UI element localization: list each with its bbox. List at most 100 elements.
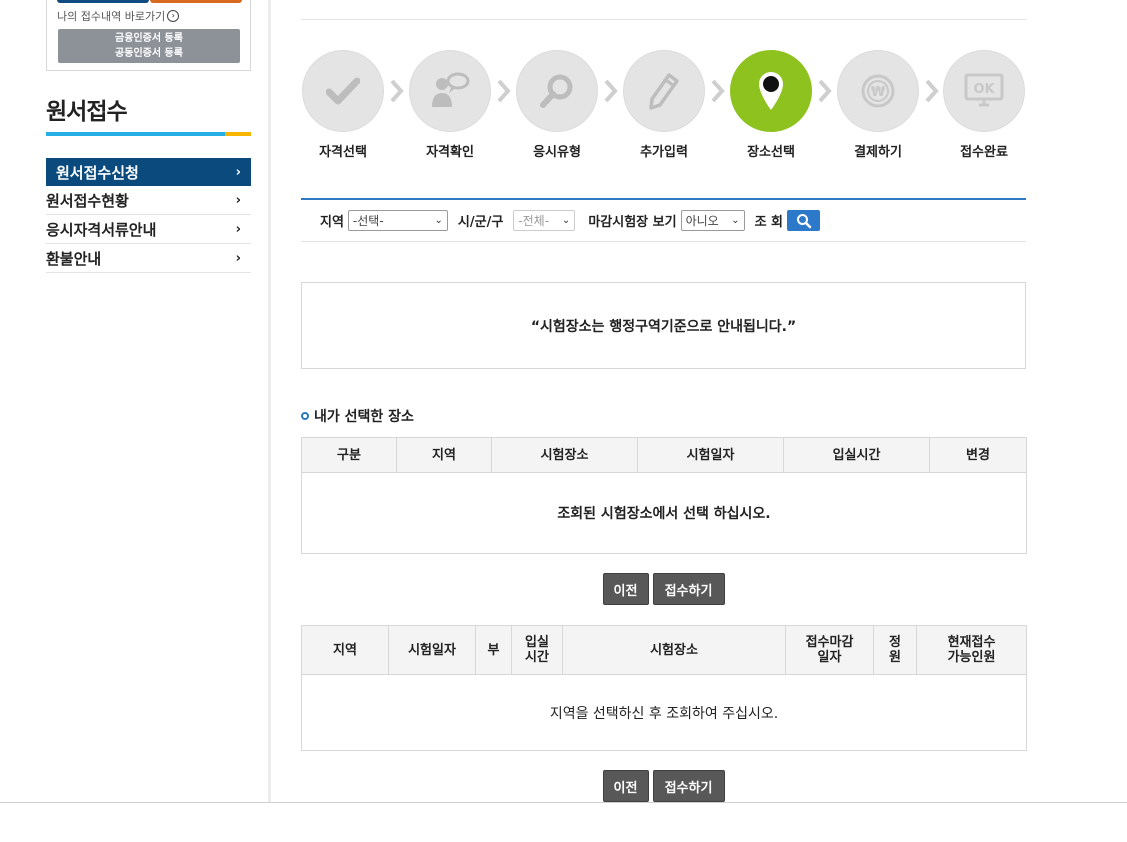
chevron-right-icon: › — [235, 250, 241, 266]
submit-button[interactable]: 접수하기 — [652, 770, 725, 802]
step-label: 응시유형 — [533, 145, 581, 160]
sidebar-item-label: 환불안내 — [46, 249, 102, 268]
action-buttons: 이전 접수하기 — [301, 573, 1026, 605]
empty-message: 지역을 선택하신 후 조회하여 주십시오. — [301, 674, 1027, 751]
ok-monitor-icon: OK — [943, 50, 1025, 132]
city-select-value: -전체- — [518, 214, 550, 228]
search-button[interactable] — [787, 210, 821, 231]
search-icon — [796, 213, 811, 228]
notice-text: “시험장소는 행정구역기준으로 안내됩니다.” — [530, 318, 797, 335]
chevron-right-icon: › — [235, 192, 241, 208]
sidebar-item-label: 원서접수현황 — [46, 191, 129, 210]
my-application-link-label: 나의 접수내역 바로가기 — [57, 10, 166, 23]
closed-site-label: 마감시험장 보기 — [588, 215, 677, 230]
chevron-right-icon — [497, 79, 511, 103]
empty-message: 조회된 시험장소에서 선택 하십시오. — [301, 472, 1027, 554]
sidebar-title: 원서접수 — [46, 99, 128, 125]
sidebar-item-status[interactable]: 원서접수현황 › — [46, 186, 251, 215]
col-entry-time: 입실시간 — [783, 437, 930, 473]
footer-divider — [0, 802, 1127, 803]
login-box: 나의 접수내역 바로가기 › 금융인증서 등록 공동인증서 등록 — [46, 0, 251, 71]
chevron-right-icon — [818, 79, 832, 103]
col-date: 시험일자 — [388, 625, 476, 675]
selected-place-title-text: 내가 선택한 장소 — [314, 409, 414, 425]
closed-site-select-value: 아니오 — [685, 214, 719, 228]
step-label: 결제하기 — [854, 145, 902, 160]
person-speech-icon — [409, 50, 491, 132]
step-payment: ₩ 결제하기 — [836, 50, 920, 160]
step-progress: 자격선택 자격확인 응시유형 추가입력 장소선택 ₩ 결제하기 OK 접수완료 — [301, 50, 1026, 162]
chevron-right-icon — [390, 79, 404, 103]
sidebar-item-label: 원서접수신청 — [56, 163, 139, 182]
step-label: 자격선택 — [319, 145, 367, 160]
pencil-icon — [623, 50, 705, 132]
chevron-right-icon — [711, 79, 725, 103]
step-type: 응시유형 — [515, 50, 599, 160]
col-available: 현재접수 가능인원 — [916, 625, 1027, 675]
check-icon — [302, 50, 384, 132]
sidebar-item-refund[interactable]: 환불안내 › — [46, 244, 251, 273]
notice-box: “시험장소는 행정구역기준으로 안내됩니다.” — [301, 282, 1026, 369]
search-filter: 지역 -선택- ⌄ 시/군/구 -전체- ⌄ 마감시험장 보기 아니오 ⌄ 조 … — [301, 200, 1026, 242]
exam-site-list-table: 지역 시험일자 부 입실 시간 시험장소 접수마감 일자 정 원 현재접수 가능… — [301, 625, 1027, 751]
col-deadline: 접수마감 일자 — [785, 625, 874, 675]
step-confirm: 자격확인 — [408, 50, 492, 160]
prev-button[interactable]: 이전 — [602, 573, 649, 605]
step-additional: 추가입력 — [622, 50, 706, 160]
table-row: 지역을 선택하신 후 조회하여 주십시오. — [301, 674, 1027, 751]
col-place: 시험장소 — [562, 625, 786, 675]
sidebar-item-label: 응시자격서류안내 — [46, 220, 157, 239]
chevron-right-circle-icon: › — [167, 10, 180, 22]
chevron-right-icon — [925, 79, 939, 103]
col-session: 부 — [475, 625, 512, 675]
cert-line-1: 금융인증서 등록 — [115, 33, 183, 44]
chevron-down-icon: ⌄ — [731, 215, 740, 226]
join-button[interactable] — [150, 0, 242, 3]
sidebar-item-documents[interactable]: 응시자격서류안내 › — [46, 215, 251, 244]
won-coin-icon: ₩ — [837, 50, 919, 132]
step-place: 장소선택 — [729, 50, 813, 160]
chevron-right-icon — [604, 79, 618, 103]
chevron-right-icon: › — [235, 221, 241, 237]
col-place: 시험장소 — [491, 437, 638, 473]
closed-site-select[interactable]: 아니오 ⌄ — [680, 210, 745, 231]
search-label: 조 회 — [754, 215, 784, 230]
col-entry-time: 입실 시간 — [511, 625, 563, 675]
table-row: 조회된 시험장소에서 선택 하십시오. — [301, 472, 1027, 554]
submit-button[interactable]: 접수하기 — [652, 573, 725, 605]
bullet-icon — [301, 412, 309, 420]
left-column: 나의 접수내역 바로가기 › 금융인증서 등록 공동인증서 등록 원서접수 원서… — [0, 0, 271, 802]
step-label: 접수완료 — [960, 145, 1008, 160]
selected-place-table: 구분 지역 시험장소 시험일자 입실시간 변경 조회된 시험장소에서 선택 하십… — [301, 437, 1027, 554]
col-change: 변경 — [929, 437, 1027, 473]
svg-text:₩: ₩ — [871, 85, 886, 100]
magnifier-icon — [516, 50, 598, 132]
prev-button[interactable]: 이전 — [602, 770, 649, 802]
table-header-row: 구분 지역 시험장소 시험일자 입실시간 변경 — [301, 437, 1027, 473]
action-buttons-bottom: 이전 접수하기 — [301, 770, 1026, 802]
cert-line-2: 공동인증서 등록 — [115, 48, 183, 59]
step-label: 자격확인 — [426, 145, 474, 160]
my-application-link[interactable]: 나의 접수내역 바로가기 › — [57, 8, 180, 24]
table-header-row: 지역 시험일자 부 입실 시간 시험장소 접수마감 일자 정 원 현재접수 가능… — [301, 625, 1027, 675]
chevron-down-icon: ⌄ — [561, 215, 571, 226]
chevron-down-icon: ⌄ — [434, 215, 443, 226]
region-select-value: -선택- — [352, 214, 384, 228]
certificate-register-button[interactable]: 금융인증서 등록 공동인증서 등록 — [58, 29, 240, 63]
city-label: 시/군/구 — [457, 215, 504, 230]
col-category: 구분 — [301, 437, 397, 473]
col-date: 시험일자 — [637, 437, 784, 473]
sidebar-title-underline — [46, 132, 251, 136]
selected-place-title: 내가 선택한 장소 — [301, 406, 414, 426]
chevron-right-icon: › — [235, 164, 241, 180]
city-select[interactable]: -전체- ⌄ — [513, 210, 576, 231]
sidebar-menu: 원서접수신청 › 원서접수현황 › 응시자격서류안내 › 환불안내 › — [46, 158, 251, 273]
sidebar-item-apply[interactable]: 원서접수신청 › — [46, 158, 251, 186]
svg-text:OK: OK — [973, 82, 995, 97]
region-label: 지역 — [320, 215, 344, 230]
login-button[interactable] — [57, 0, 149, 3]
col-region: 지역 — [301, 625, 389, 675]
step-label: 추가입력 — [640, 145, 688, 160]
region-select[interactable]: -선택- ⌄ — [347, 210, 448, 231]
map-pin-icon — [730, 50, 812, 132]
